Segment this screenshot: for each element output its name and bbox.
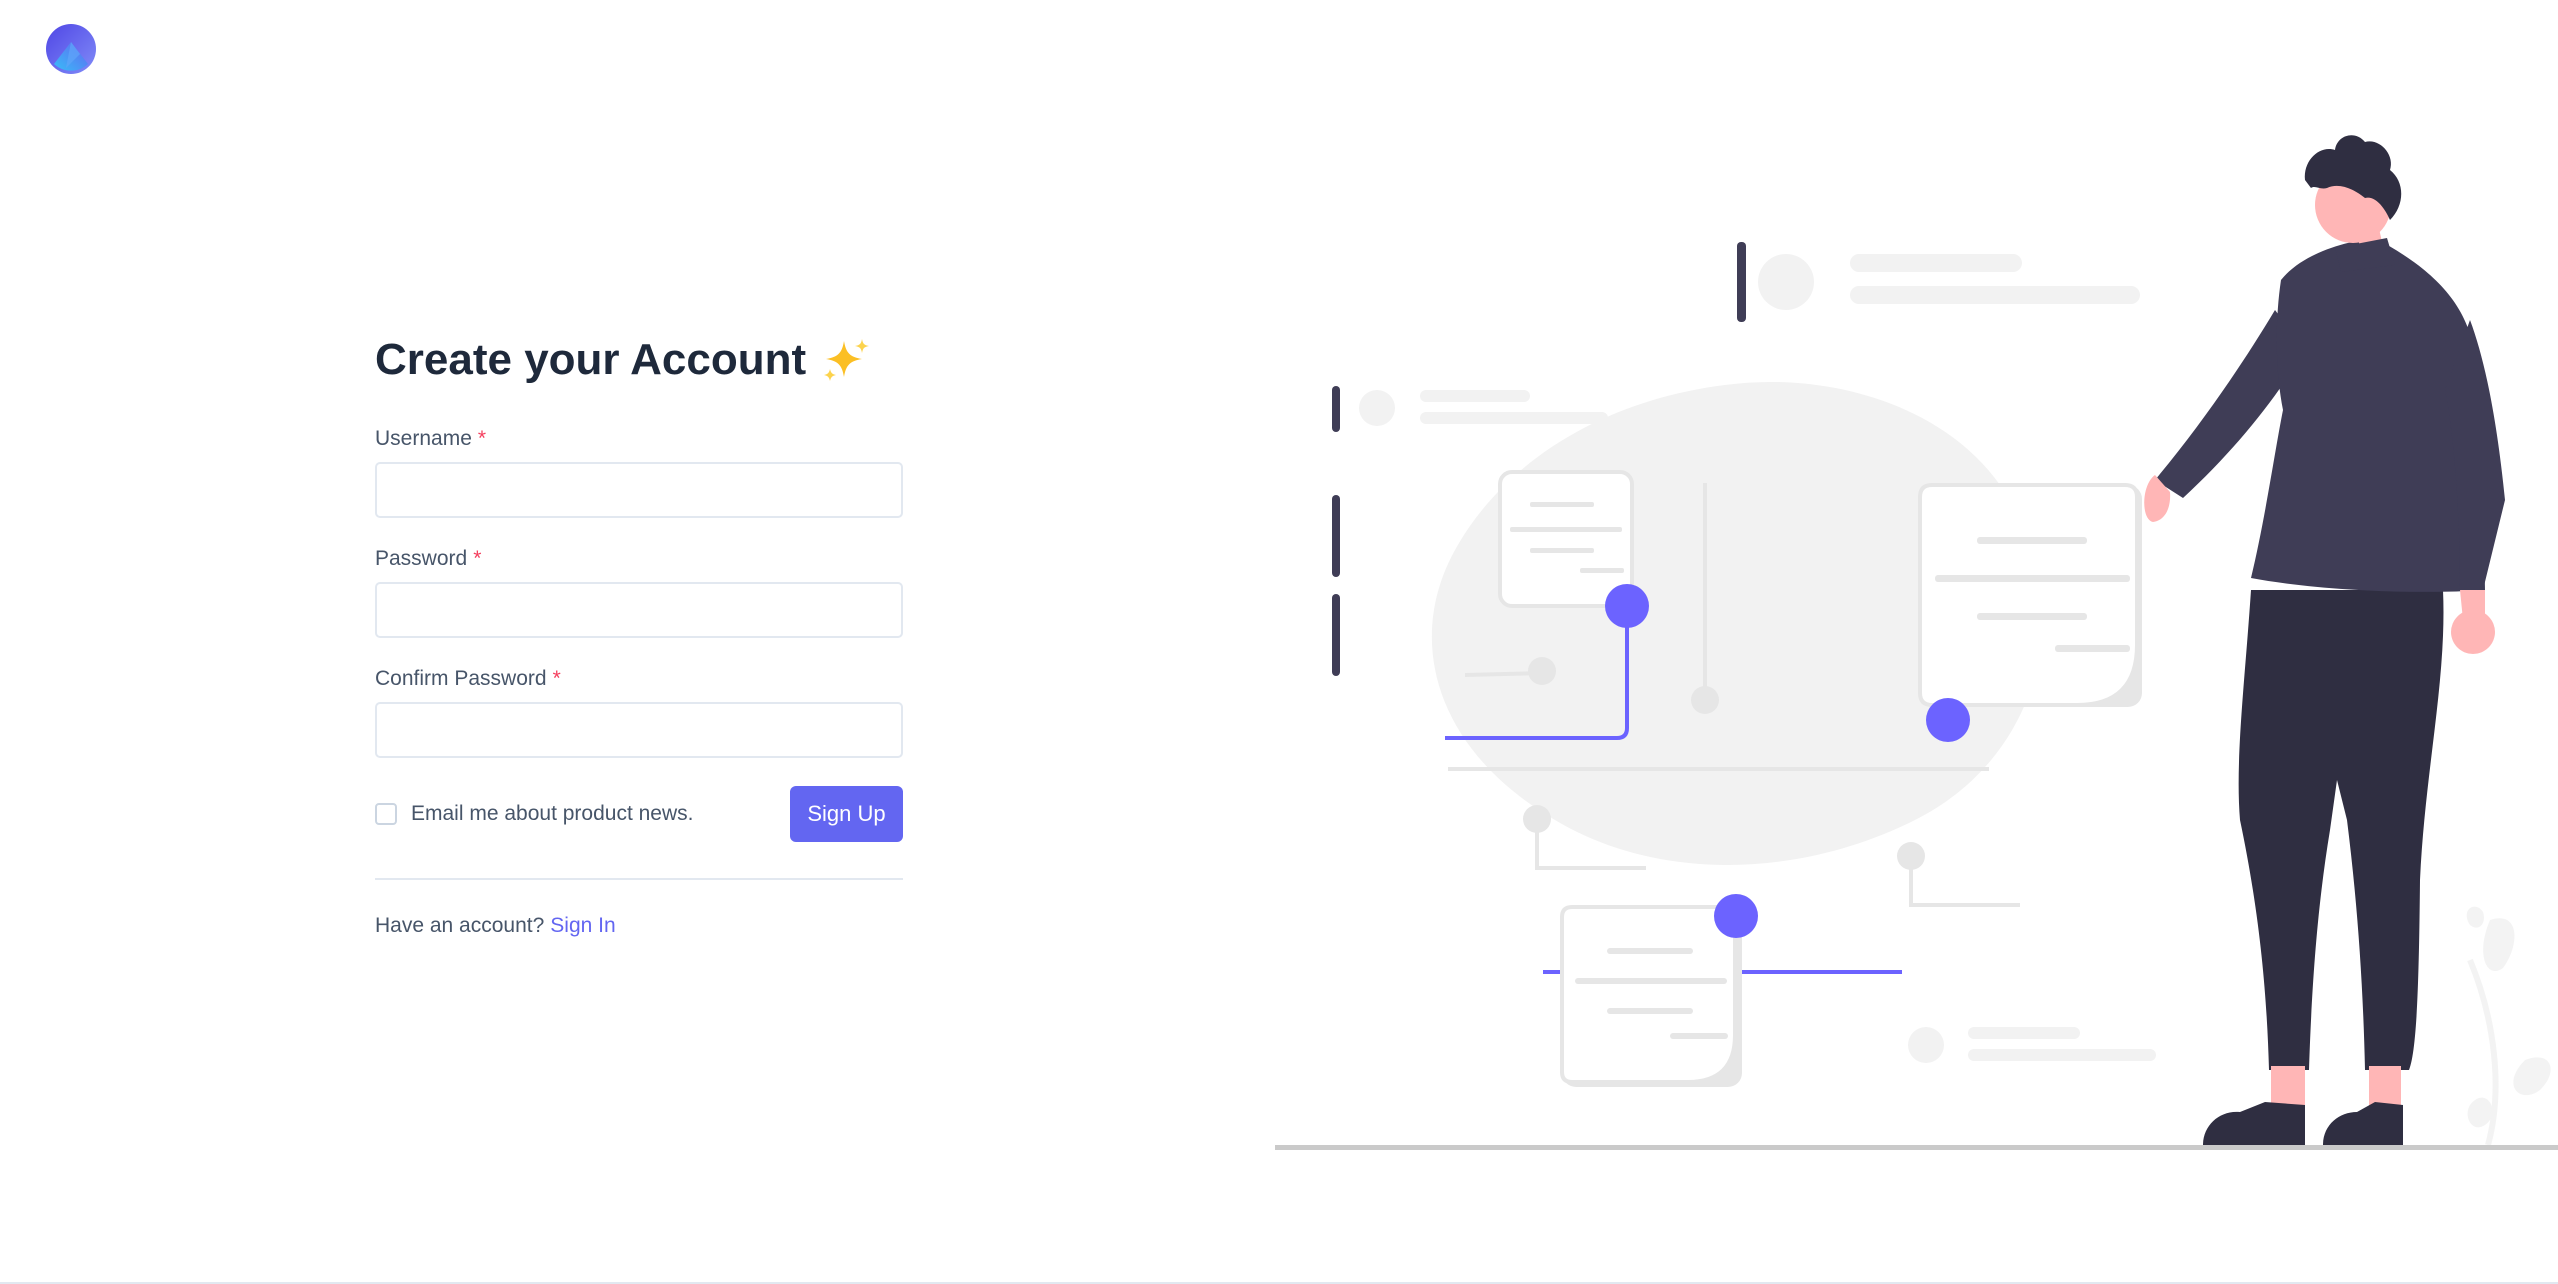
card-line [1607,948,1693,954]
bar-mark [1332,386,1340,432]
page-title: Create your Account [375,335,807,384]
required-mark: * [552,667,561,690]
sign-in-prompt: Have an account? Sign In [375,914,903,938]
ground-line [1275,1145,2558,1150]
circle-mark [1908,1027,1944,1063]
confirm-password-input[interactable] [375,702,903,758]
line-placeholder [1420,412,1608,424]
signup-form: Create your Account Username * Password * … [375,328,903,938]
accent-dot [1926,698,1970,742]
node-dot [1523,805,1551,833]
circle-mark [1359,390,1395,426]
node-dot [1528,657,1556,685]
password-field: Password * [375,546,903,638]
note-card [1560,905,1737,1084]
password-input[interactable] [375,582,903,638]
required-mark: * [473,547,482,570]
divider [375,878,903,880]
card-line [1510,527,1622,532]
person-figure [2144,135,2505,1145]
accent-dot [1605,584,1649,628]
line-placeholder [1850,286,2140,304]
sign-in-link[interactable]: Sign In [550,914,615,937]
username-input[interactable] [375,462,903,518]
card-line [1977,537,2087,544]
line-placeholder [1968,1027,2080,1039]
sparkles-icon [824,339,870,381]
bar-mark [1737,242,1746,322]
newsletter-option[interactable]: Email me about product news. [375,802,693,826]
card-line [1977,613,2087,620]
card-line [1530,502,1594,507]
note-card [1918,483,2139,707]
person-presenting-chart-illustration [1275,135,2558,1150]
connector-line [1909,856,2020,907]
circle-mark [1758,254,1814,310]
sign-up-button[interactable]: Sign Up [790,786,903,842]
newsletter-checkbox[interactable] [375,803,397,825]
newsletter-label: Email me about product news. [411,802,694,825]
confirm-password-field: Confirm Password * [375,666,903,758]
required-mark: * [477,427,487,450]
card-line [1580,568,1624,573]
card-line [1607,1008,1693,1014]
note-card [1498,470,1634,608]
title-row: Create your Account [375,328,903,392]
password-label: Password * [375,547,482,570]
card-line [2055,645,2130,652]
node-dot [1691,686,1719,714]
line-placeholder [1968,1049,2156,1061]
username-label: Username * [375,427,487,450]
line-placeholder [1420,390,1530,402]
bar-mark [1332,495,1340,577]
confirm-password-label: Confirm Password * [375,667,561,690]
plant-decoration [2466,906,2551,1146]
card-line [1575,978,1727,984]
signup-page: Create your Account Username * Password * … [0,0,2558,1284]
username-field: Username * [375,426,903,518]
line-placeholder [1850,254,2022,272]
card-line [1530,548,1594,553]
card-line [1670,1033,1728,1039]
app-logo-icon[interactable] [46,24,96,74]
card-line [1935,575,2130,582]
accent-dot [1714,894,1758,938]
action-row: Email me about product news. Sign Up [375,786,903,842]
sign-in-prompt-text: Have an account? [375,914,545,937]
node-dot [1897,842,1925,870]
bar-mark [1332,594,1340,676]
